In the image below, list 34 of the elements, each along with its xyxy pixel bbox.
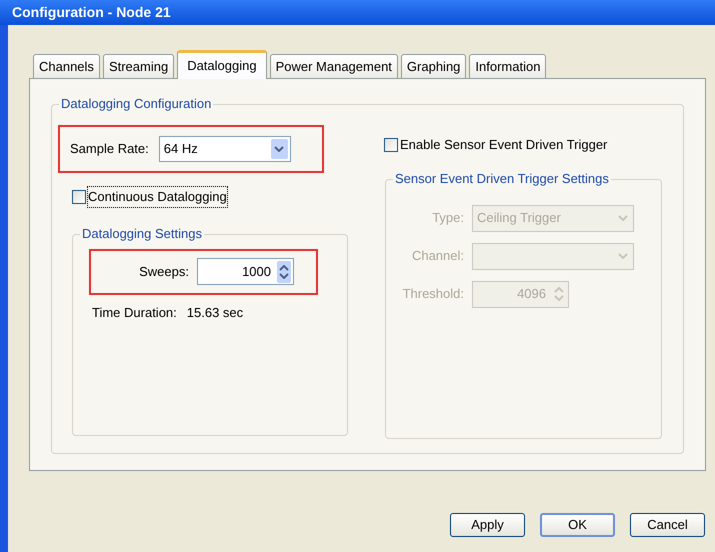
tab[interactable]: Graphing [400,54,466,78]
time-duration-value: 15.63 sec [186,304,244,322]
field-label: Threshold: [402,285,465,304]
chevron-up-icon [279,264,289,270]
chevron-down-icon [618,215,628,221]
dialog-button[interactable]: OK [540,513,615,537]
group-legend: Datalogging Configuration [59,96,214,112]
window-title: Configuration - Node 21 [0,0,715,25]
field-label: Sample Rate: [70,140,149,158]
dialog-button[interactable]: Cancel [630,513,705,537]
chevron-down-icon [554,295,564,301]
field-label: Channel: [410,247,465,266]
field-label: Time Duration: [92,304,177,322]
tab[interactable]: Information [469,54,546,78]
checkbox-label[interactable]: Enable Sensor Event Driven Trigger [400,135,608,154]
dialog-button[interactable]: Apply [450,513,525,537]
tab[interactable]: Streaming [102,54,174,78]
chevron-up-icon [554,287,564,293]
chevron-down-icon [279,272,289,278]
group-legend: Sensor Event Driven Trigger Settings [393,170,611,186]
field-label: Type: [431,209,465,228]
chevron-down-icon [274,146,284,152]
checkbox-label[interactable]: Continuous Datalogging [88,187,227,206]
sweeps-spinner[interactable]: 1000 [197,258,294,285]
sample-rate-dropdown[interactable]: 64 Hz [158,136,291,162]
spin-arrows-icon[interactable] [277,260,291,282]
tab[interactable]: Datalogging [177,50,267,79]
tab[interactable]: Channels [33,54,100,78]
group-legend: Datalogging Settings [80,226,204,242]
field-label: Sweeps: [139,262,189,281]
chevron-down-icon [618,253,628,259]
checkbox[interactable] [72,190,86,204]
checkbox[interactable] [384,138,398,152]
tab[interactable]: Power Management [270,54,398,78]
